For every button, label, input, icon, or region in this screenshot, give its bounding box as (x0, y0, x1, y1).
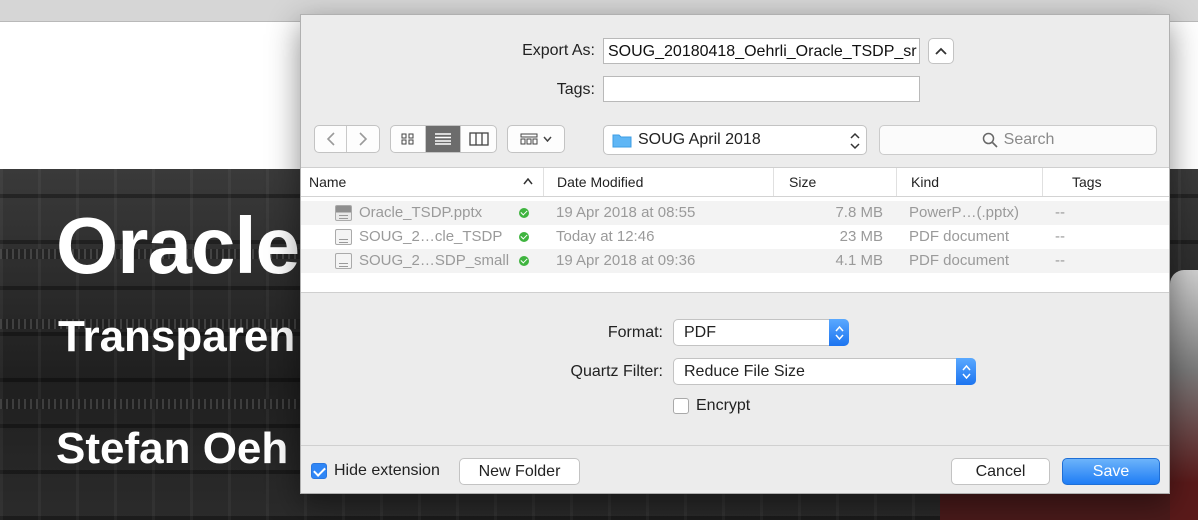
file-date: Today at 12:46 (556, 228, 655, 245)
file-row[interactable]: SOUG_2…cle_TSDP Today at 12:46 23 MB PDF… (301, 225, 1169, 249)
pdf-file-icon (335, 253, 352, 269)
slide-author: Stefan Oeh (56, 424, 289, 473)
collapse-dialog-button[interactable] (928, 38, 954, 64)
column-view-button[interactable] (461, 126, 496, 152)
file-name: Oracle_TSDP.pptx (359, 204, 483, 221)
format-label: Format: (607, 324, 663, 341)
hide-extension-label: Hide extension (334, 462, 440, 479)
group-by-control[interactable] (507, 125, 565, 153)
search-field[interactable]: Search (879, 125, 1157, 155)
encrypt-label: Encrypt (696, 397, 751, 414)
file-tags: -- (1055, 204, 1065, 221)
slide-title: Oracle (56, 201, 300, 290)
search-placeholder: Search (1003, 131, 1055, 148)
folder-icon (612, 134, 632, 148)
slide-person-figure (1170, 270, 1198, 520)
file-size: 23 MB (839, 228, 883, 245)
synced-check-icon (519, 256, 529, 266)
quartz-filter-label: Quartz Filter: (570, 363, 663, 380)
file-name: SOUG_2…cle_TSDP (359, 228, 503, 245)
file-date: 19 Apr 2018 at 09:36 (556, 252, 696, 269)
group-icon (520, 133, 538, 145)
up-down-arrows-icon (956, 358, 976, 385)
save-button[interactable]: Save (1062, 458, 1160, 485)
file-row[interactable]: SOUG_2…SDP_small 19 Apr 2018 at 09:36 4.… (301, 249, 1169, 273)
chevron-left-icon (326, 132, 335, 146)
file-name: SOUG_2…SDP_small (359, 252, 510, 269)
file-row[interactable]: Oracle_TSDP.pptx 19 Apr 2018 at 08:55 7.… (301, 201, 1169, 225)
up-down-arrows-icon (829, 319, 849, 346)
group-by-button[interactable] (508, 126, 564, 152)
forward-button[interactable] (347, 126, 379, 152)
export-as-field[interactable]: SOUG_20180418_Oehrli_Oracle_TSDP_sr (603, 38, 920, 64)
synced-check-icon (519, 232, 529, 242)
tags-label: Tags: (556, 81, 595, 98)
chevron-right-icon (359, 132, 368, 146)
file-tags: -- (1055, 252, 1065, 269)
file-kind: PDF document (909, 228, 1010, 245)
new-folder-button[interactable]: New Folder (459, 458, 580, 485)
sort-ascending-icon (523, 178, 533, 185)
cancel-button[interactable]: Cancel (951, 458, 1050, 485)
location-popup[interactable]: SOUG April 2018 (603, 125, 867, 155)
format-value: PDF (684, 323, 716, 341)
search-icon (982, 132, 998, 148)
location-label: SOUG April 2018 (638, 131, 761, 148)
file-size: 7.8 MB (835, 204, 883, 221)
list-view-button[interactable] (426, 126, 461, 152)
encrypt-checkbox[interactable] (673, 398, 689, 414)
export-as-label: Export As: (522, 42, 595, 59)
column-header-tags[interactable]: Tags (1064, 168, 1169, 196)
file-size: 4.1 MB (835, 252, 883, 269)
back-button[interactable] (315, 126, 347, 152)
icon-view-button[interactable] (391, 126, 426, 152)
list-icon (435, 133, 451, 145)
chevron-down-icon (543, 136, 552, 142)
chevron-up-icon (935, 47, 947, 55)
format-popup[interactable]: PDF (673, 319, 849, 346)
hide-extension-checkbox[interactable] (311, 463, 327, 479)
slide-subtitle: Transparen (58, 312, 296, 361)
export-dialog: Export As: SOUG_20180418_Oehrli_Oracle_T… (300, 14, 1170, 494)
back-forward-control (314, 125, 380, 153)
synced-check-icon (519, 208, 529, 218)
footer-divider (301, 445, 1169, 446)
file-kind: PowerP…(.pptx) (909, 204, 1020, 221)
grid-icon (401, 133, 414, 145)
file-tags: -- (1055, 228, 1065, 245)
file-kind: PDF document (909, 252, 1010, 269)
file-list: Name Date Modified Size Kind Tags Oracle… (301, 167, 1169, 293)
quartz-filter-popup[interactable]: Reduce File Size (673, 358, 976, 385)
file-list-header: Name Date Modified Size Kind Tags (301, 168, 1169, 197)
columns-icon (468, 132, 489, 146)
tags-field[interactable] (603, 76, 920, 102)
slide-person-figure-bottom (940, 494, 1170, 520)
column-header-size[interactable]: Size (781, 168, 897, 196)
file-date: 19 Apr 2018 at 08:55 (556, 204, 696, 221)
quartz-filter-value: Reduce File Size (684, 362, 805, 380)
server-rack-strip (0, 399, 300, 409)
view-mode-control (390, 125, 497, 153)
column-header-kind[interactable]: Kind (903, 168, 1043, 196)
column-header-name[interactable]: Name (301, 168, 544, 196)
column-header-date-modified[interactable]: Date Modified (549, 168, 774, 196)
pdf-file-icon (335, 229, 352, 245)
up-down-arrows-icon (850, 132, 860, 150)
pptx-file-icon (335, 205, 352, 221)
